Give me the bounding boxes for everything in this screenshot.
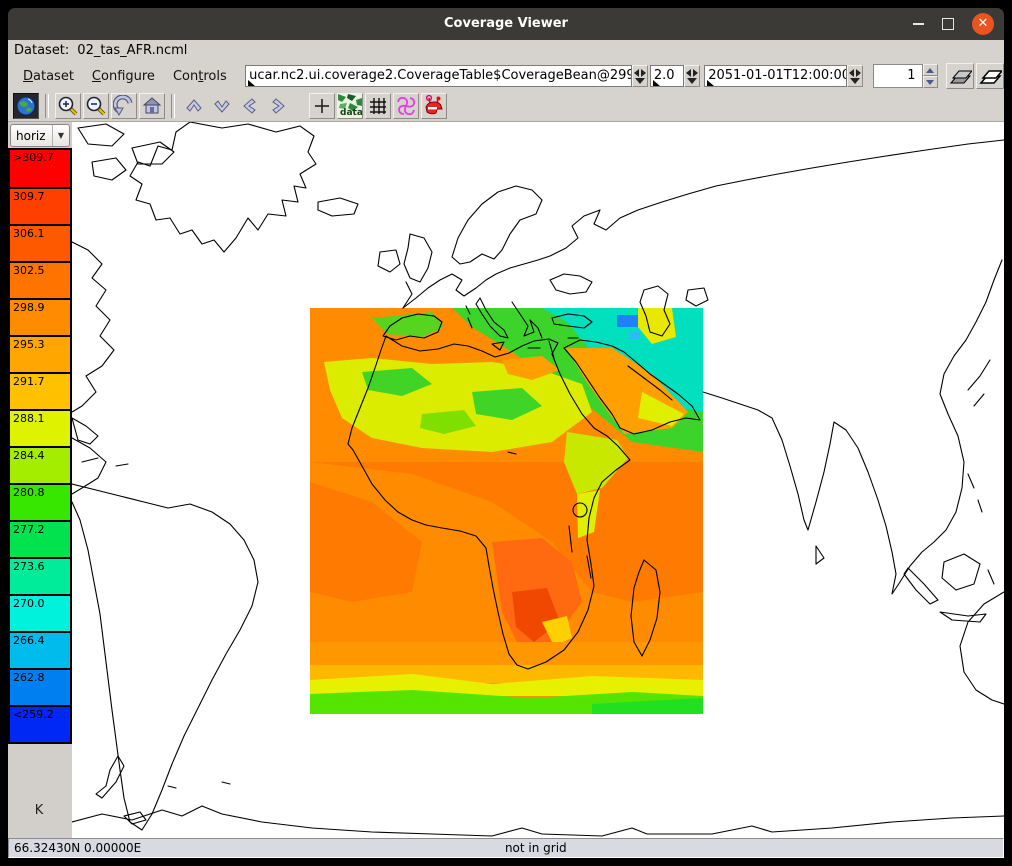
menu-bar: Dataset Configure Controls ucar.nc2.ui.c… [8, 62, 1004, 90]
redo-arrow-button[interactable] [111, 93, 137, 119]
menu-controls[interactable]: Controls [164, 65, 236, 88]
svg-text:data: data [340, 108, 362, 118]
maximize-button[interactable] [942, 18, 954, 30]
toolbar: data [8, 90, 1004, 122]
spinner-down-icon [923, 76, 938, 88]
combo-corner-mark [707, 80, 714, 86]
zoom-out-button[interactable] [83, 93, 109, 119]
view-selector-value: horiz [11, 129, 52, 143]
coverage-field-spinner[interactable] [632, 65, 648, 87]
robot-button[interactable] [421, 93, 447, 119]
legend-cell: 266.4 [10, 631, 70, 668]
color-scale: >309.7309.7306.1302.5298.9295.3291.7288.… [8, 148, 72, 744]
minimize-button[interactable] [913, 23, 924, 25]
zoom-in-icon [57, 95, 79, 117]
coverage-viewer-window: { "window": { "title": "Coverage Viewer"… [0, 0, 1012, 866]
chevron-down-icon[interactable]: ▼ [52, 125, 69, 146]
combo-corner-mark [653, 80, 660, 86]
swirl-icon [395, 95, 417, 117]
zoom-in-button[interactable] [55, 93, 81, 119]
data-image-icon: data [338, 94, 362, 118]
view-selector[interactable]: horiz ▼ [10, 124, 70, 147]
pan-up-button[interactable] [181, 93, 207, 119]
chevron-up-icon [183, 95, 205, 117]
loop-spinner-buttons[interactable] [923, 64, 938, 88]
coverage-field[interactable]: ucar.nc2.ui.coverage2.CoverageTable$Cove… [245, 65, 632, 87]
redo-arrow-icon [113, 95, 135, 117]
close-button[interactable]: ✕ [972, 13, 994, 35]
legend-cell: 302.5 [10, 261, 70, 298]
menu-dataset[interactable]: Dataset [14, 65, 83, 88]
stacked-sheets-outline-icon [978, 66, 1002, 86]
legend-cell: 277.2 [10, 520, 70, 557]
grid-button[interactable] [365, 93, 391, 119]
combo-corner-mark [248, 80, 255, 86]
dataset-value: 02_tas_AFR.ncml [77, 43, 187, 58]
stacked-sheets-filled-button[interactable] [946, 63, 974, 89]
show-data-button[interactable]: data [337, 93, 363, 119]
pan-down-button[interactable] [209, 93, 235, 119]
level-field-spinner[interactable] [684, 65, 700, 87]
pan-left-button[interactable] [237, 93, 263, 119]
loop-spinner-field[interactable]: 1 [873, 64, 922, 88]
menu-configure[interactable]: Configure [83, 65, 164, 88]
legend-cell: <259.2 [10, 705, 70, 742]
stacked-sheets-outline-button[interactable] [976, 63, 1004, 89]
legend-cell: 284.4 [10, 446, 70, 483]
grid-icon [368, 96, 388, 116]
world-map[interactable] [72, 122, 1004, 838]
toolbar-separator [171, 94, 175, 118]
legend-cell: 270.0 [10, 594, 70, 631]
legend-cell: >309.7 [10, 150, 70, 187]
cursor-position: 66.32430N 0.00000E [14, 839, 141, 857]
legend-cell: 280.8 [10, 483, 70, 520]
dataset-label: Dataset: [14, 43, 69, 58]
legend-panel: horiz ▼ >309.7309.7306.1302.5298.9295.32… [8, 122, 72, 838]
globe-icon [16, 96, 36, 116]
globe-button[interactable] [13, 93, 39, 119]
pan-right-button[interactable] [265, 93, 291, 119]
add-button[interactable] [309, 93, 335, 119]
status-bar: 66.32430N 0.00000E not in grid [8, 838, 1004, 858]
window-title: Coverage Viewer [8, 8, 1004, 40]
level-field[interactable]: 2.0 [650, 65, 684, 87]
robot-icon [423, 95, 445, 117]
legend-cell: 288.1 [10, 409, 70, 446]
main-content: horiz ▼ >309.7309.7306.1302.5298.9295.32… [8, 122, 1004, 838]
zoom-out-icon [85, 95, 107, 117]
chevron-right-icon [267, 95, 289, 117]
legend-cell: 298.9 [10, 298, 70, 335]
map-panel[interactable] [72, 122, 1004, 838]
chevron-left-icon [239, 95, 261, 117]
status-message: not in grid [505, 839, 567, 857]
dataset-bar: Dataset: 02_tas_AFR.ncml [8, 40, 1004, 62]
plus-icon [313, 97, 331, 115]
legend-cell: 273.6 [10, 557, 70, 594]
home-icon [141, 95, 163, 117]
toolbar-separator [45, 94, 49, 118]
legend-cell: 295.3 [10, 335, 70, 372]
title-bar[interactable]: Coverage Viewer ✕ [8, 8, 1004, 40]
time-field-spinner[interactable] [847, 65, 863, 87]
home-button[interactable] [139, 93, 165, 119]
legend-cell: 306.1 [10, 224, 70, 261]
legend-unit: K [8, 788, 70, 838]
chevron-down-icon [211, 95, 233, 117]
time-field[interactable]: 2051-01-01T12:00:00Z [704, 65, 847, 87]
legend-cell: 309.7 [10, 187, 70, 224]
swirl-button[interactable] [393, 93, 419, 119]
legend-cell: 262.8 [10, 668, 70, 705]
legend-cell: 291.7 [10, 372, 70, 409]
stacked-sheets-filled-icon [948, 66, 972, 86]
spinner-up-icon [923, 64, 938, 76]
